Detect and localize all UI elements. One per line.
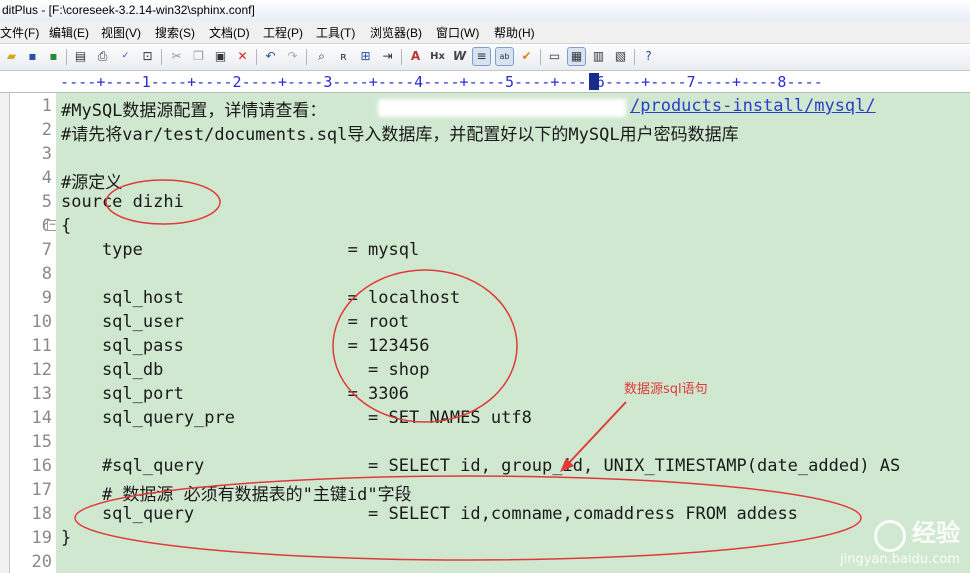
watermark-brand: 经验 — [912, 518, 960, 547]
watermark: 经验 jingyan.baidu.com — [840, 513, 960, 568]
annotation-overlay — [74, 179, 862, 561]
annotation-arrow — [565, 401, 627, 467]
annotation-label: 数据源sql语句 — [624, 382, 708, 397]
watermark-url: jingyan.baidu.com — [840, 552, 960, 567]
circle-source-name — [105, 179, 221, 225]
baidu-paw-icon — [874, 520, 906, 552]
circle-connection-settings — [332, 269, 518, 423]
circle-sql-query — [74, 475, 862, 561]
